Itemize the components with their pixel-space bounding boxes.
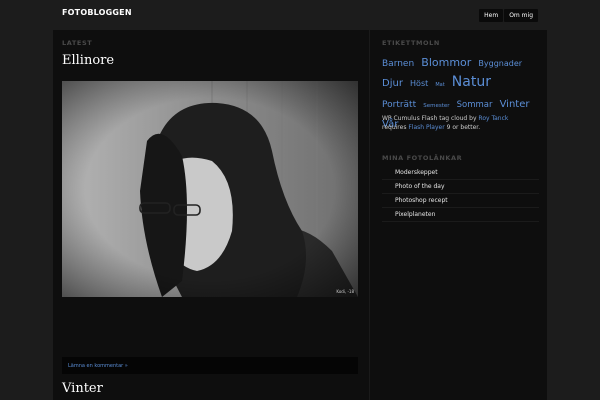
latest-label: LATEST xyxy=(62,39,93,47)
content-wrapper: LATEST Ellinore Kodi, -18 Lämna en komme… xyxy=(53,30,547,400)
post-title[interactable]: Vinter xyxy=(62,381,103,396)
photo-links-list: Moderskeppet Photo of the day Photoshop … xyxy=(382,166,539,222)
top-bar: FOTOBLOGGEN Hem Om mig xyxy=(0,0,600,30)
sidebar: ETIKETTMOLN Barnen Blommor Byggnader Dju… xyxy=(371,30,547,400)
credit-text: requires xyxy=(382,124,407,132)
tag-barnen[interactable]: Barnen xyxy=(382,59,414,69)
link-moderskeppet[interactable]: Moderskeppet xyxy=(382,166,539,180)
cumulus-credit: WP Cumulus Flash tag cloud by Roy Tanck … xyxy=(382,114,532,133)
leave-comment-link[interactable]: Lämna en kommentar » xyxy=(68,363,128,369)
tag-byggnader[interactable]: Byggnader xyxy=(478,59,522,68)
post-photo[interactable]: Kodi, -18 xyxy=(62,81,358,297)
comment-bar: Lämna en kommentar » xyxy=(62,357,358,374)
tag-blommor[interactable]: Blommor xyxy=(421,56,471,69)
roy-tanck-link[interactable]: Roy Tanck xyxy=(478,115,508,122)
tag-djur[interactable]: Djur xyxy=(382,78,403,89)
post-title[interactable]: Ellinore xyxy=(62,53,114,68)
credit-text: 9 or better. xyxy=(446,124,481,132)
flash-player-link[interactable]: Flash Player xyxy=(408,124,444,131)
portrait-image xyxy=(62,81,358,297)
tag-mat[interactable]: Mat xyxy=(435,82,444,88)
credit-text: WP Cumulus Flash tag cloud by xyxy=(382,115,477,122)
site-title[interactable]: FOTOBLOGGEN xyxy=(62,8,132,17)
tag-vinter[interactable]: Vinter xyxy=(500,99,530,110)
tag-semester[interactable]: Semester xyxy=(423,103,449,109)
link-pixelplaneten[interactable]: Pixelplaneten xyxy=(382,208,539,222)
nav-home[interactable]: Hem xyxy=(479,9,504,22)
tag-porträtt[interactable]: Porträtt xyxy=(382,100,416,110)
link-photoshop-recept[interactable]: Photoshop recept xyxy=(382,194,539,208)
tags-label: ETIKETTMOLN xyxy=(382,39,440,47)
link-photo-of-the-day[interactable]: Photo of the day xyxy=(382,180,539,194)
main-column: LATEST Ellinore Kodi, -18 Lämna en komme… xyxy=(53,30,370,400)
nav-about[interactable]: Om mig xyxy=(504,9,538,22)
tag-höst[interactable]: Höst xyxy=(410,79,428,88)
photo-credit: Kodi, -18 xyxy=(336,289,354,294)
tag-sommar[interactable]: Sommar xyxy=(457,100,493,110)
main-nav: Hem Om mig xyxy=(478,9,538,22)
photo-links-label: MINA FOTOLÄNKAR xyxy=(382,154,463,162)
tag-natur[interactable]: Natur xyxy=(452,74,491,90)
